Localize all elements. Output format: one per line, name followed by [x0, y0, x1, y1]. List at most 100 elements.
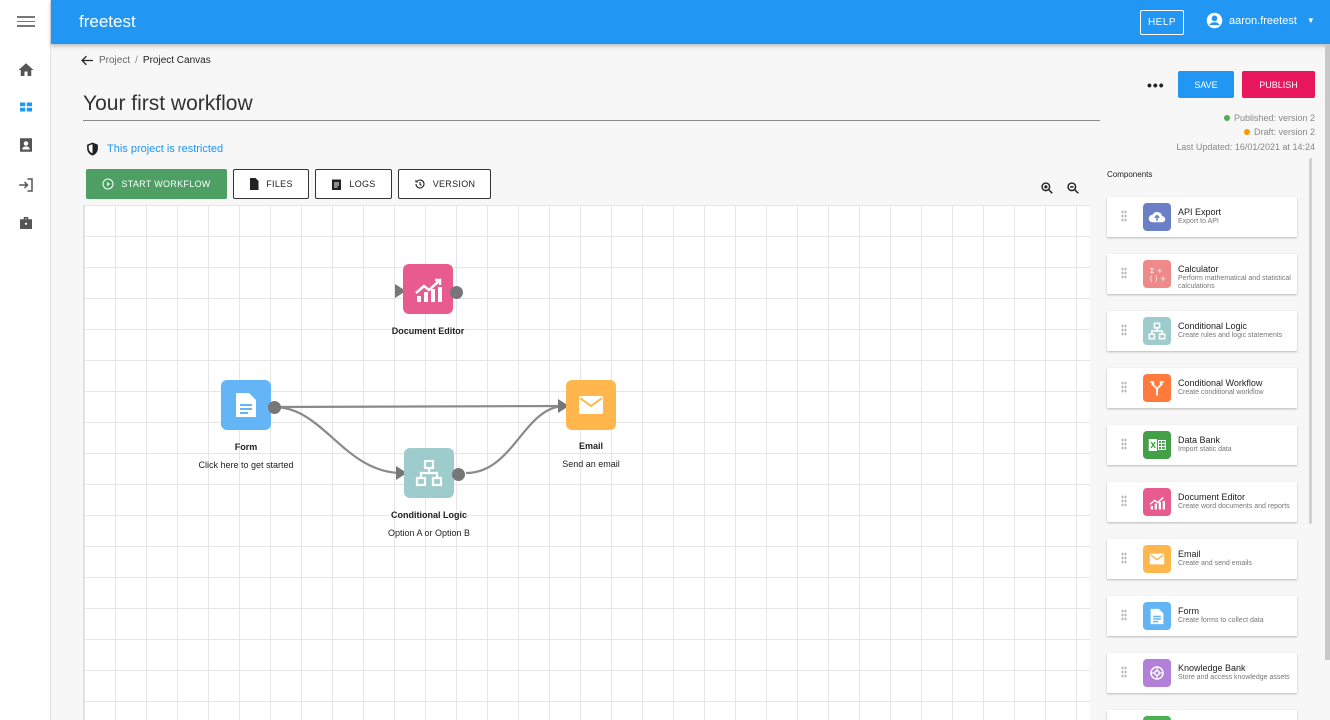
component-name: Form [1178, 606, 1199, 616]
conditional-node-label: Conditional Logic [391, 510, 467, 520]
excel-icon: X [1143, 431, 1171, 459]
page-title[interactable]: Your first workflow [83, 92, 253, 116]
published-dot [1223, 115, 1230, 121]
hierarchy-icon [1143, 317, 1171, 345]
start-workflow-button[interactable]: START WORKFLOW [86, 169, 227, 199]
component-item-form[interactable]: Form Create forms to collect data [1107, 596, 1297, 636]
component-item-document-editor[interactable]: Document Editor Create word documents an… [1107, 482, 1297, 522]
component-description: Export to API [1178, 218, 1219, 225]
component-name: API Export [1178, 207, 1222, 217]
component-item-conditional-logic[interactable]: Conditional Logic Create rules and logic… [1107, 311, 1297, 351]
last-updated: Last Updated: 16/01/2021 at 14:24 [1176, 142, 1315, 152]
clipboard-icon [332, 179, 342, 190]
component-item-data-bank[interactable]: X Data Bank Import static data [1107, 425, 1297, 465]
side-rail [0, 0, 51, 720]
zoom-out-icon[interactable] [1066, 181, 1080, 195]
drag-handle-icon[interactable] [1121, 438, 1127, 450]
component-icon [1143, 716, 1171, 720]
form-output-port[interactable] [268, 401, 281, 414]
document-editor-node-label: Document Editor [391, 326, 465, 336]
component-name: Knowledge Bank [1178, 663, 1246, 673]
version-label: VERSION [432, 179, 476, 189]
drag-handle-icon[interactable] [1121, 210, 1127, 222]
component-description: Create word documents and reports [1178, 503, 1290, 510]
component-name: Conditional Logic [1178, 321, 1248, 331]
component-name: Document Editor [1178, 492, 1246, 502]
email-node-subtitle: Send an email [562, 459, 620, 469]
back-arrow-icon[interactable] [81, 55, 94, 66]
calculator-icon: Σ ÷( ) + [1143, 260, 1171, 288]
email-node[interactable] [566, 380, 616, 430]
workflow-canvas[interactable]: Document Editor Form Click here to get s… [83, 205, 1090, 720]
account-circle-icon [1206, 12, 1223, 29]
component-description: Import static data [1178, 446, 1232, 453]
published-text: Published: version 2 [1233, 113, 1315, 123]
contact-icon[interactable] [17, 136, 35, 154]
dashboard-icon[interactable] [17, 98, 35, 116]
logs-label: LOGS [349, 179, 376, 189]
document-icon [1143, 602, 1171, 630]
version-button[interactable]: VERSION [398, 169, 491, 199]
component-description: Create rules and logic statements [1178, 332, 1283, 339]
components-scrollbar[interactable] [1309, 158, 1312, 524]
user-menu[interactable]: aaron.freetest ▼ [1206, 12, 1315, 29]
drag-handle-icon[interactable] [1121, 609, 1127, 621]
document-editor-output-port[interactable] [450, 286, 463, 299]
components-heading: Components [1107, 170, 1153, 179]
zoom-in-icon[interactable] [1040, 181, 1054, 195]
restricted-text: This project is restricted [107, 143, 224, 155]
restricted-notice[interactable]: This project is restricted [86, 142, 223, 156]
draft-dot [1243, 129, 1250, 135]
component-item-email[interactable]: Email Create and send emails [1107, 539, 1297, 579]
component-item-knowledge-bank[interactable]: Knowledge Bank Store and access knowledg… [1107, 653, 1297, 693]
component-item-conditional-workflow[interactable]: Conditional Workflow Create conditional … [1107, 368, 1297, 408]
title-underline [83, 120, 1100, 121]
component-item-api-export[interactable]: API Export Export to API [1107, 197, 1297, 237]
briefcase-icon[interactable] [17, 214, 35, 232]
component-name: Email [1178, 549, 1201, 559]
home-icon[interactable] [17, 61, 35, 79]
chart-icon [415, 278, 442, 302]
login-icon[interactable] [17, 176, 35, 194]
component-item-calculator[interactable]: Σ ÷( ) + Calculator Perform mathematical… [1107, 254, 1297, 294]
connector-form-email[interactable] [273, 404, 565, 409]
published-status: Published: version 2 [1223, 113, 1315, 123]
breadcrumb-current: Project Canvas [142, 55, 211, 66]
breadcrumb-parent[interactable]: Project [99, 55, 130, 66]
form-node[interactable] [221, 380, 271, 430]
component-name: Calculator [1178, 264, 1219, 274]
email-node-label: Email [578, 441, 603, 451]
logs-button[interactable]: LOGS [315, 169, 392, 199]
drag-handle-icon[interactable] [1121, 381, 1127, 393]
publish-button[interactable]: PUBLISH [1242, 71, 1315, 98]
menu-icon[interactable] [15, 13, 37, 31]
component-description: Store and access knowledge assets [1178, 674, 1290, 681]
app-title: freetest [79, 12, 136, 31]
form-node-subtitle: Click here to get started [198, 460, 294, 470]
draft-status: Draft: version 2 [1243, 127, 1315, 137]
drag-handle-icon[interactable] [1121, 324, 1127, 336]
svg-text:X: X [1150, 441, 1156, 450]
file-icon [250, 178, 259, 190]
drag-handle-icon[interactable] [1121, 495, 1127, 507]
drag-handle-icon[interactable] [1121, 267, 1127, 279]
page-scrollbar[interactable] [1325, 44, 1330, 660]
component-item-partial[interactable] [1107, 710, 1297, 720]
conditional-logic-node[interactable] [404, 448, 454, 498]
component-name: Conditional Workflow [1178, 378, 1263, 388]
draft-text: Draft: version 2 [1253, 127, 1315, 137]
mail-icon [1143, 545, 1171, 573]
help-button[interactable]: HELP [1140, 10, 1184, 35]
conditional-output-port[interactable] [452, 468, 465, 481]
conditional-node-subtitle: Option A or Option B [387, 528, 471, 538]
drag-handle-icon[interactable] [1121, 552, 1127, 564]
form-node-label: Form [234, 442, 258, 452]
breadcrumb: Project / Project Canvas [81, 55, 211, 66]
files-button[interactable]: FILES [233, 169, 309, 199]
more-options-icon[interactable]: ••• [1147, 77, 1165, 93]
component-description: Create conditional workflow [1178, 389, 1264, 396]
document-editor-node[interactable] [403, 264, 453, 314]
drag-handle-icon[interactable] [1121, 666, 1127, 678]
history-icon [415, 179, 425, 189]
save-button[interactable]: SAVE [1178, 71, 1234, 98]
